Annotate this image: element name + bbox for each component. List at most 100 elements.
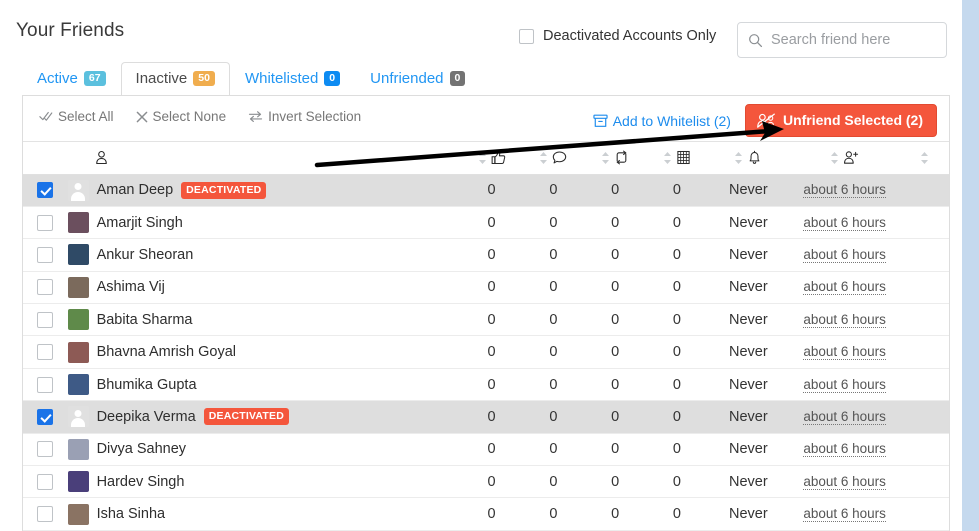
- table-row[interactable]: Divya Sahney 0 0 0 0 Never about 6 hours: [23, 433, 949, 467]
- friend-since-link[interactable]: about 6 hours: [803, 344, 886, 361]
- col-likes[interactable]: [460, 142, 523, 175]
- row-comments: 0: [522, 465, 585, 499]
- row-checkbox-cell[interactable]: [23, 238, 68, 272]
- row-tail: [900, 238, 949, 272]
- tab-active[interactable]: Active 67: [22, 62, 121, 95]
- table-row[interactable]: Amarjit Singh 0 0 0 0 Never about 6 hours: [23, 206, 949, 240]
- deactivated-accounts-only-toggle[interactable]: Deactivated Accounts Only: [519, 28, 716, 44]
- row-likes: 0: [460, 465, 523, 499]
- deactivated-accounts-only-checkbox[interactable]: [519, 28, 534, 44]
- row-checkbox-cell[interactable]: [23, 497, 68, 531]
- invert-selection-button[interactable]: Invert Selection: [248, 109, 361, 124]
- avatar: [67, 471, 89, 493]
- unfriend-selected-button[interactable]: Unfriend Selected (2): [744, 104, 937, 137]
- friend-since-link[interactable]: about 6 hours: [803, 408, 886, 425]
- row-shares: 0: [584, 238, 647, 272]
- deactivated-accounts-only-label: Deactivated Accounts Only: [543, 28, 717, 44]
- row-shares: 0: [584, 368, 647, 402]
- row-name-cell: Aman Deep DEACTIVATED: [67, 174, 461, 207]
- close-icon: [136, 111, 147, 122]
- row-name-cell: Amarjit Singh: [67, 206, 461, 240]
- row-checkbox[interactable]: [37, 473, 54, 490]
- col-notify[interactable]: [707, 142, 789, 175]
- table-row[interactable]: Bhavna Amrish Goyal 0 0 0 0 Never about 6 hour…: [23, 335, 949, 369]
- row-checkbox-cell[interactable]: [23, 368, 68, 402]
- page-title: Your Friends: [16, 20, 125, 41]
- row-checkbox[interactable]: [37, 409, 54, 426]
- sort-icon: [602, 151, 610, 164]
- tab-inactive-badge: 50: [193, 70, 215, 86]
- table-row[interactable]: Aman Deep DEACTIVATED 0 0 0 0 Never about 6 hou…: [23, 174, 949, 207]
- row-friend-since-cell: about 6 hours: [788, 174, 901, 207]
- friend-since-link[interactable]: about 6 hours: [803, 279, 886, 296]
- row-checkbox-cell[interactable]: [23, 271, 68, 305]
- row-checkbox-cell[interactable]: [23, 303, 68, 337]
- row-friend-since-cell: about 6 hours: [788, 497, 901, 531]
- add-to-whitelist-button[interactable]: Add to Whitelist (2): [593, 113, 731, 129]
- search-input[interactable]: Search friend here: [737, 22, 947, 58]
- row-likes: 0: [460, 335, 523, 369]
- friend-since-link[interactable]: about 6 hours: [803, 376, 886, 393]
- friend-name: Isha Sinha: [96, 506, 166, 523]
- row-checkbox[interactable]: [37, 247, 54, 264]
- row-checkbox[interactable]: [37, 214, 54, 231]
- row-checkbox-cell[interactable]: [23, 433, 68, 467]
- archive-icon: [593, 114, 608, 127]
- col-friend-since[interactable]: [788, 142, 901, 175]
- row-checkbox-cell[interactable]: [23, 206, 68, 240]
- friend-since-link[interactable]: about 6 hours: [803, 311, 886, 328]
- row-shares: 0: [584, 174, 647, 207]
- row-checkbox-cell[interactable]: [23, 400, 68, 434]
- tab-inactive[interactable]: Inactive 50: [120, 62, 230, 95]
- friend-since-link[interactable]: about 6 hours: [803, 506, 886, 523]
- table-row[interactable]: Bhumika Gupta 0 0 0 0 Never about 6 hours: [23, 368, 949, 402]
- table-row[interactable]: Ankur Sheoran 0 0 0 0 Never about 6 hours: [23, 238, 949, 272]
- row-comments: 0: [522, 303, 585, 337]
- col-tail[interactable]: [900, 142, 949, 175]
- select-none-button[interactable]: Select None: [136, 109, 226, 124]
- row-checkbox[interactable]: [37, 441, 54, 458]
- row-checkbox[interactable]: [37, 311, 54, 328]
- table-row[interactable]: Babita Sharma 0 0 0 0 Never about 6 hours: [23, 303, 949, 337]
- col-shares[interactable]: [584, 142, 647, 175]
- row-likes: 0: [460, 400, 523, 434]
- friend-since-link[interactable]: about 6 hours: [803, 246, 886, 263]
- friend-since-link[interactable]: about 6 hours: [803, 441, 886, 458]
- row-checkbox[interactable]: [37, 182, 54, 199]
- table-row[interactable]: Hardev Singh 0 0 0 0 Never about 6 hours: [23, 465, 949, 499]
- col-name[interactable]: [67, 142, 461, 175]
- row-checkbox-cell[interactable]: [23, 174, 68, 207]
- row-checkbox-cell[interactable]: [23, 335, 68, 369]
- row-checkbox[interactable]: [37, 376, 54, 393]
- col-posts[interactable]: [646, 142, 708, 175]
- row-checkbox[interactable]: [37, 344, 54, 361]
- select-all-button[interactable]: Select All: [39, 109, 114, 124]
- friend-since-link[interactable]: about 6 hours: [803, 214, 886, 231]
- row-checkbox-cell[interactable]: [23, 465, 68, 499]
- retweet-icon: [616, 150, 627, 165]
- friend-name: Babita Sharma: [96, 311, 193, 328]
- row-notify: Never: [707, 433, 789, 467]
- row-checkbox[interactable]: [37, 506, 54, 523]
- friend-since-link[interactable]: about 6 hours: [803, 473, 886, 490]
- sort-icon: [921, 151, 929, 164]
- tab-whitelisted-label: Whitelisted: [244, 70, 319, 87]
- tab-unfriended[interactable]: Unfriended 0: [355, 62, 480, 95]
- page-scrollbar-strip[interactable]: [962, 0, 979, 531]
- col-comments[interactable]: [522, 142, 585, 175]
- friend-since-link[interactable]: about 6 hours: [803, 182, 886, 199]
- friend-name: Ankur Sheoran: [96, 246, 194, 263]
- table-row[interactable]: Deepika Verma DEACTIVATED 0 0 0 0 Never about 6…: [23, 400, 949, 434]
- tab-active-label: Active: [37, 70, 78, 87]
- row-checkbox[interactable]: [37, 279, 54, 296]
- selection-actions: Select All Select None Invert Selection: [39, 109, 361, 124]
- table-row[interactable]: Isha Sinha 0 0 0 0 Never about 6 hours: [23, 497, 949, 531]
- row-shares: 0: [584, 497, 647, 531]
- row-name-cell: Bhumika Gupta: [67, 368, 461, 402]
- friend-name: Aman Deep: [96, 182, 174, 199]
- friend-name: Bhavna Amrish Goyal: [96, 344, 236, 361]
- row-name-cell: Ankur Sheoran: [67, 238, 461, 272]
- status-badge: DEACTIVATED: [181, 181, 267, 199]
- table-row[interactable]: Ashima Vij 0 0 0 0 Never about 6 hours: [23, 271, 949, 305]
- tab-whitelisted[interactable]: Whitelisted 0: [230, 62, 355, 95]
